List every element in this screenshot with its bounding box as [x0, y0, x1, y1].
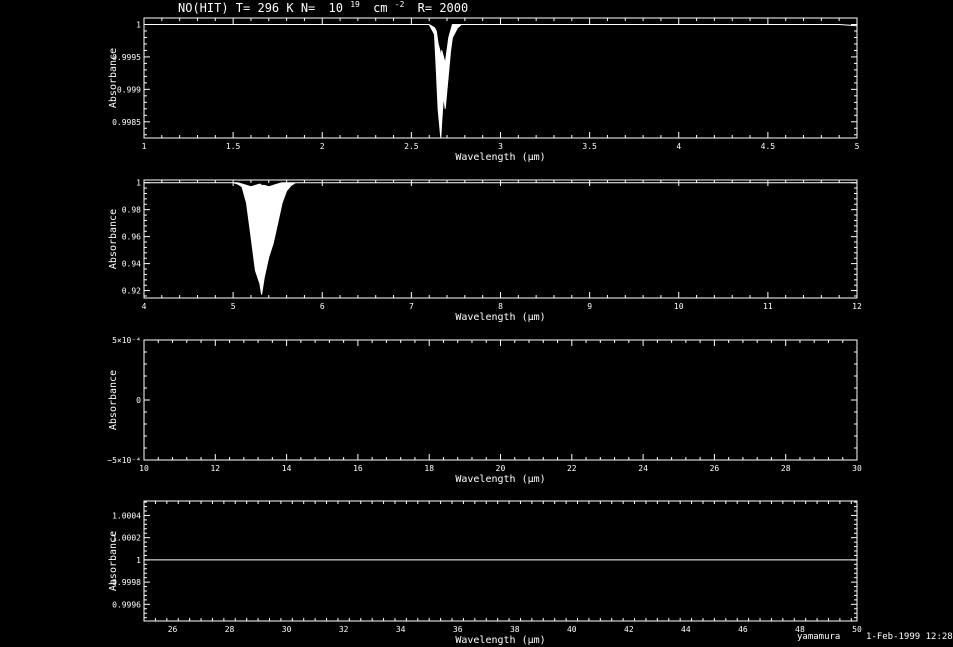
x-tick-label: 12: [852, 302, 862, 311]
x-tick-label: 2: [320, 142, 325, 151]
x-tick-label: 10: [674, 302, 684, 311]
y-tick-label: 1: [136, 20, 141, 29]
x-tick-label: 24: [638, 464, 648, 473]
x-tick-label: 12: [210, 464, 220, 473]
title-n-unit-exp: -2: [395, 0, 405, 9]
x-tick-label: 38: [510, 625, 520, 634]
x-tick-label: 16: [353, 464, 363, 473]
y-tick-label: 0.98: [122, 206, 141, 215]
y-tick-label: 0: [136, 396, 141, 405]
x-tick-label: 14: [282, 464, 292, 473]
x-tick-label: 42: [624, 625, 634, 634]
x-tick-label: 28: [781, 464, 791, 473]
y-tick-label: 1: [136, 179, 141, 188]
x-tick-label: 32: [339, 625, 349, 634]
x-tick-label: 18: [424, 464, 434, 473]
x-tick-label: 3.5: [582, 142, 597, 151]
y-tick-label: 0.9985: [112, 118, 141, 127]
y-tick-label: 0.96: [122, 233, 141, 242]
x-tick-label: 9: [587, 302, 592, 311]
y-axis-label: Absorbance: [108, 48, 119, 108]
x-tick-label: 4: [142, 302, 147, 311]
y-axis-label: Absorbance: [108, 209, 119, 269]
absorbance-figure: NO(HIT) T= 296 K N= 10 19 cm -2 R= 2000 …: [0, 0, 953, 647]
x-tick-label: 8: [498, 302, 503, 311]
x-tick-label: 4: [676, 142, 681, 151]
x-tick-label: 10: [139, 464, 149, 473]
title-main: NO(HIT) T= 296 K N=: [178, 1, 315, 15]
x-tick-label: 30: [282, 625, 292, 634]
title-n-base: 10: [329, 1, 343, 15]
x-tick-label: 3: [498, 142, 503, 151]
x-axis-label: Wavelength (μm): [455, 474, 545, 485]
y-axis-label: Absorbance: [108, 370, 119, 430]
background: [0, 0, 953, 647]
footer-date: 1-Feb-1999 12:28: [866, 632, 953, 642]
x-tick-label: 7: [409, 302, 414, 311]
x-tick-label: 2.5: [404, 142, 419, 151]
y-tick-label: 1.0004: [112, 511, 141, 520]
x-axis-label: Wavelength (μm): [455, 635, 545, 646]
y-axis-label: Absorbance: [108, 531, 119, 591]
x-tick-label: 44: [681, 625, 691, 634]
y-tick-label: −5×10⁻⁴: [107, 456, 141, 465]
x-axis-label: Wavelength (μm): [455, 152, 545, 163]
x-tick-label: 30: [852, 464, 862, 473]
x-tick-label: 36: [453, 625, 463, 634]
y-tick-label: 1: [136, 556, 141, 565]
y-tick-label: 0.999: [117, 85, 141, 94]
x-tick-label: 22: [567, 464, 577, 473]
title-resolution: R= 2000: [418, 1, 469, 15]
y-tick-label: 5×10⁻⁴: [112, 336, 141, 345]
x-tick-label: 11: [763, 302, 773, 311]
y-tick-label: 0.92: [122, 287, 141, 296]
x-tick-label: 1: [142, 142, 147, 151]
x-tick-label: 28: [225, 625, 235, 634]
x-tick-label: 46: [738, 625, 748, 634]
x-tick-label: 34: [396, 625, 406, 634]
x-tick-label: 40: [567, 625, 577, 634]
title-n-unit: cm: [373, 1, 387, 15]
x-tick-label: 4.5: [761, 142, 776, 151]
x-tick-label: 26: [168, 625, 178, 634]
x-tick-label: 6: [320, 302, 325, 311]
footer-author: yamamura: [797, 632, 840, 642]
x-tick-label: 1.5: [226, 142, 241, 151]
x-tick-label: 26: [710, 464, 720, 473]
y-tick-label: 0.94: [122, 260, 141, 269]
x-tick-label: 5: [231, 302, 236, 311]
x-tick-label: 5: [855, 142, 860, 151]
y-tick-label: 0.9996: [112, 600, 141, 609]
x-axis-label: Wavelength (μm): [455, 312, 545, 323]
title-n-exp: 19: [350, 0, 360, 9]
x-tick-label: 20: [496, 464, 506, 473]
x-tick-label: 50: [852, 625, 862, 634]
